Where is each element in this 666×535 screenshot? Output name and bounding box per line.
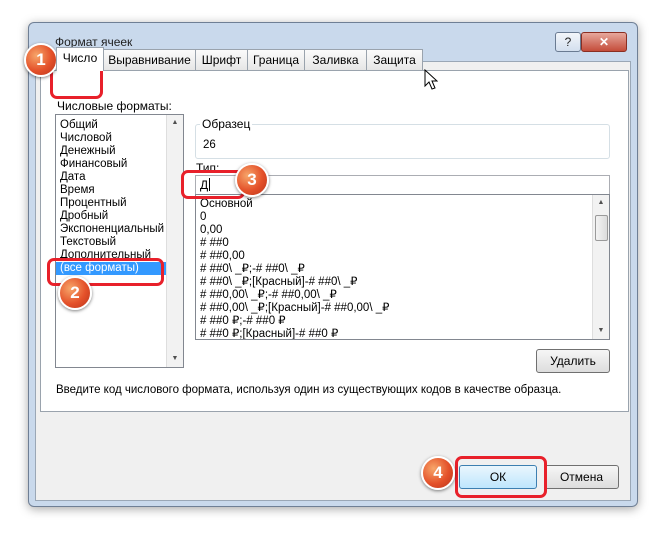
tab-border[interactable]: Граница [247, 49, 305, 70]
sample-value: 26 [203, 139, 216, 151]
list-item[interactable]: Дата [60, 171, 85, 184]
highlight-ok-button [455, 456, 547, 498]
step-badge-4: 4 [421, 456, 455, 490]
list-item[interactable]: # ##0 [200, 237, 229, 250]
list-item[interactable]: # ##0\ _₽;-# ##0\ _₽ [200, 263, 305, 276]
tab-alignment[interactable]: Выравнивание [103, 49, 196, 70]
number-formats-scrollbar[interactable]: ▲ ▼ [166, 115, 183, 367]
scroll-down-arrow[interactable]: ▼ [593, 323, 609, 339]
scroll-down-arrow[interactable]: ▼ [167, 351, 183, 367]
number-formats-label: Числовые форматы: [57, 99, 172, 113]
delete-button[interactable]: Удалить [536, 349, 610, 373]
sample-label: Образец [200, 117, 253, 131]
list-item[interactable]: Общий [60, 119, 98, 132]
cancel-button[interactable]: Отмена [544, 465, 619, 489]
list-item[interactable]: Процентный [60, 197, 127, 210]
close-button[interactable]: ✕ [581, 32, 627, 52]
list-item[interactable]: # ##0 ₽;-# ##0 ₽ [200, 315, 286, 328]
tab-protection[interactable]: Защита [366, 49, 423, 70]
list-item[interactable]: # ##0,00\ _₽;[Красный]-# ##0,00\ _₽ [200, 302, 389, 315]
list-item[interactable]: Основной [200, 198, 253, 211]
list-item[interactable]: # ##0\ _₽;[Красный]-# ##0\ _₽ [200, 276, 357, 289]
list-item[interactable]: Финансовый [60, 158, 127, 171]
scroll-up-arrow[interactable]: ▲ [593, 195, 609, 211]
list-item[interactable]: Числовой [60, 132, 112, 145]
step-badge-2: 2 [58, 276, 92, 310]
tab-number[interactable]: Число [56, 47, 104, 71]
list-item[interactable]: Текстовый [60, 236, 116, 249]
scroll-thumb[interactable] [595, 215, 608, 241]
tab-font[interactable]: Шрифт [195, 49, 248, 70]
list-item[interactable]: 0 [200, 211, 206, 224]
tab-fill[interactable]: Заливка [304, 49, 367, 70]
hint-text: Введите код числового формата, используя… [56, 384, 562, 396]
list-item[interactable]: 0,00 [200, 224, 222, 237]
scroll-up-arrow[interactable]: ▲ [167, 115, 183, 131]
list-item[interactable]: # ##0,00 [200, 250, 245, 263]
list-item[interactable]: # ##0,00\ _₽;-# ##0,00\ _₽ [200, 289, 337, 302]
sample-group [195, 124, 610, 159]
list-item[interactable]: Экспоненциальный [60, 223, 164, 236]
list-item[interactable]: Дробный [60, 210, 108, 223]
number-formats-list[interactable]: Общий Числовой Денежный Финансовый Дата … [55, 114, 184, 368]
list-item[interactable]: # ##0 ₽;[Красный]-# ##0 ₽ [200, 328, 338, 339]
type-list[interactable]: Основной 0 0,00 # ##0 # ##0,00 # ##0\ _₽… [195, 194, 610, 340]
mouse-cursor-icon [424, 69, 438, 90]
list-item[interactable]: Время [60, 184, 95, 197]
type-list-scrollbar[interactable]: ▲ ▼ [592, 195, 609, 339]
step-badge-1: 1 [24, 43, 58, 77]
list-item[interactable]: Денежный [60, 145, 116, 158]
step-badge-3: 3 [235, 163, 269, 197]
help-button[interactable]: ? [555, 32, 581, 52]
